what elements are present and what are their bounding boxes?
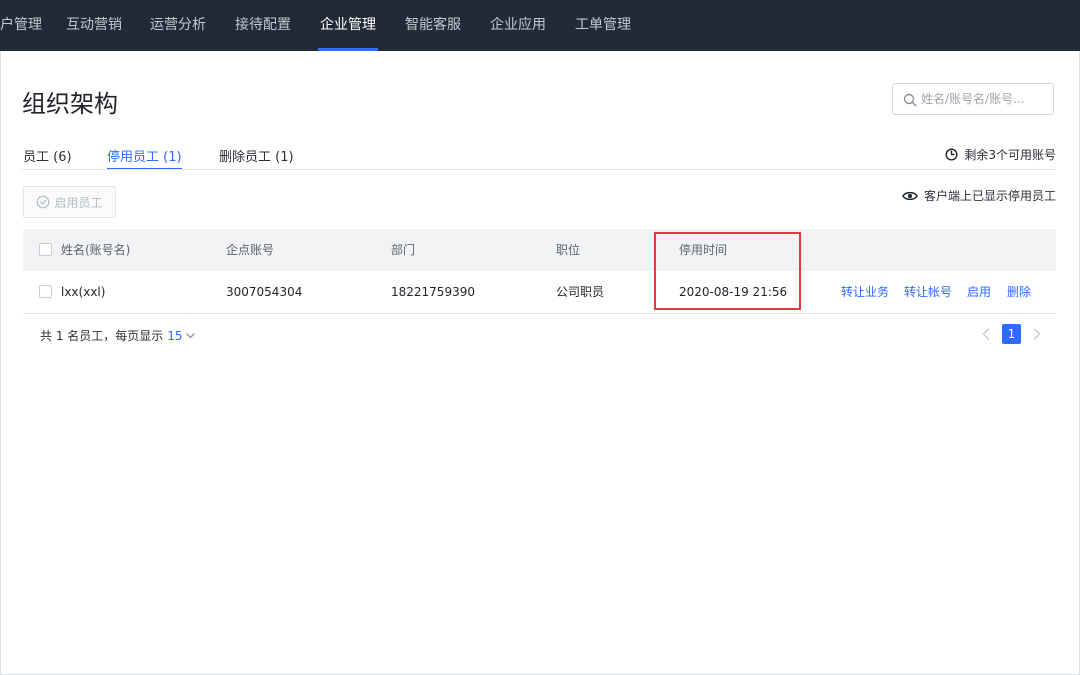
shown-disabled-info[interactable]: 客户端上已显示停用员工: [902, 187, 1056, 204]
next-page-button[interactable]: [1028, 324, 1046, 344]
nav-item-smart-service[interactable]: 智能客服: [405, 0, 461, 51]
tab-deleted-employees[interactable]: 删除员工 (1): [219, 146, 294, 165]
delete-link[interactable]: 删除: [1007, 271, 1031, 313]
column-header-department: 部门: [391, 243, 416, 257]
enable-link[interactable]: 启用: [967, 271, 991, 313]
page-size-select[interactable]: 15: [167, 328, 195, 343]
nav-item-ticket-management[interactable]: 工单管理: [575, 0, 631, 51]
tabs-divider: [22, 169, 1056, 170]
column-header-disabled-time: 停用时间: [679, 243, 728, 257]
nav-item-interactive-marketing[interactable]: 互动营销: [66, 0, 122, 51]
nav-item-enterprise-apps[interactable]: 企业应用: [490, 0, 546, 51]
nav-item-reception-config[interactable]: 接待配置: [235, 0, 291, 51]
nav-item-operation-analysis[interactable]: 运营分析: [150, 0, 206, 51]
column-header-account: 企点账号: [226, 243, 275, 257]
top-nav: 户管理 互动营销 运营分析 接待配置 企业管理 智能客服 企业应用 工单管理: [0, 0, 1080, 51]
table-header: 姓名(账号名) 企点账号 部门 职位 停用时间: [23, 229, 1056, 271]
check-circle-icon: [37, 195, 50, 209]
enable-employee-button[interactable]: 启用员工: [23, 186, 116, 218]
page-size-value: 15: [167, 328, 183, 343]
pagination-summary: 共 1 名员工，每页显示 15: [40, 327, 195, 344]
shown-disabled-text: 客户端上已显示停用员工: [923, 189, 1056, 203]
select-all-checkbox[interactable]: [39, 243, 52, 256]
nav-item-enterprise-management[interactable]: 企业管理: [320, 0, 376, 51]
tab-disabled-employees[interactable]: 停用员工 (1): [107, 146, 182, 165]
pagination-summary-text: 共 1 名员工，每页显示: [40, 329, 164, 343]
remaining-accounts-info: 剩余3个可用账号: [945, 146, 1056, 163]
column-header-position: 职位: [556, 243, 581, 257]
prev-page-button[interactable]: [977, 324, 995, 344]
cell-position: 公司职员: [556, 285, 605, 299]
page-number-button[interactable]: 1: [1002, 324, 1021, 344]
pie-clock-icon: [945, 148, 958, 161]
transfer-business-link[interactable]: 转让业务: [841, 271, 889, 313]
cell-department: 18221759390: [391, 285, 475, 299]
chevron-down-icon: [185, 332, 195, 338]
remaining-accounts-text: 剩余3个可用账号: [964, 148, 1056, 162]
row-checkbox[interactable]: [39, 285, 52, 298]
column-header-name: 姓名(账号名): [61, 243, 131, 257]
eye-icon: [902, 191, 918, 200]
nav-active-indicator: [318, 48, 378, 51]
nav-item-customer-management[interactable]: 户管理: [0, 0, 42, 51]
tab-employees[interactable]: 员工 (6): [23, 146, 72, 165]
enable-employee-label: 启用员工: [54, 195, 103, 210]
chevron-right-icon: [1033, 328, 1041, 340]
page-title: 组织架构: [22, 90, 118, 118]
search-input[interactable]: [921, 85, 1049, 113]
table-row: lxx(xxl) 3007054304 18221759390 公司职员 202…: [23, 271, 1056, 314]
transfer-account-link[interactable]: 转让帐号: [904, 271, 952, 313]
cell-account: 3007054304: [226, 285, 303, 299]
cell-name: lxx(xxl): [61, 285, 106, 299]
chevron-left-icon: [982, 328, 990, 340]
search-box[interactable]: [892, 83, 1054, 115]
search-icon: [903, 93, 917, 107]
cell-disabled-time: 2020-08-19 21:56: [679, 285, 788, 299]
